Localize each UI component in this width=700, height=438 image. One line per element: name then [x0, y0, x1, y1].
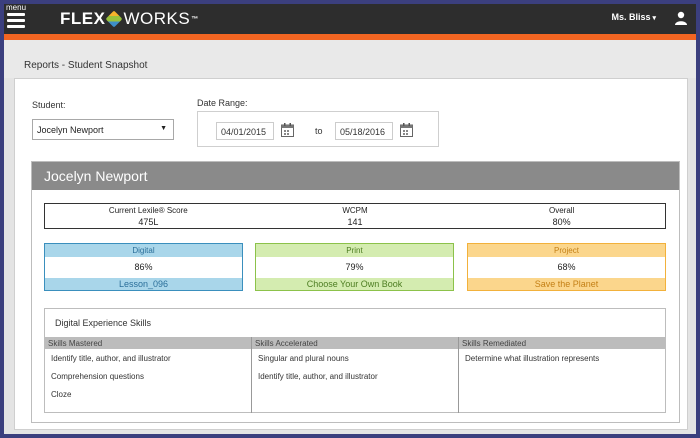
score-summary: Current Lexile® Score 475L WCPM 141 Over…: [44, 203, 666, 229]
dropdown-arrow-icon: ▼: [160, 125, 167, 132]
student-label: Student:: [32, 100, 66, 110]
flexworks-logo[interactable]: FLEX WORKS ™: [60, 9, 199, 29]
digital-metric-box: Digital 86% Lesson_096: [44, 243, 243, 291]
skills-accelerated-column: Skills Accelerated Singular and plural n…: [252, 337, 459, 413]
student-name-heading: Jocelyn Newport: [32, 162, 679, 190]
print-label: Print: [256, 244, 453, 257]
date-to-input[interactable]: 05/18/2016: [335, 122, 393, 140]
score-label: Current Lexile® Score: [108, 206, 188, 215]
score-value: 475L: [138, 217, 159, 227]
list-item: Determine what illustration represents: [465, 354, 600, 363]
logo-works-text: WORKS: [123, 9, 191, 28]
main-panel: Student: Jocelyn Newport ▼ Date Range: 0…: [14, 78, 688, 430]
student-select-value: Jocelyn Newport: [37, 125, 104, 135]
date-range-picker: 04/01/2015 to 05/18/2016: [197, 111, 439, 147]
student-select[interactable]: Jocelyn Newport ▼: [32, 119, 174, 140]
column-header: Skills Accelerated: [252, 337, 458, 349]
score-label: Overall: [549, 206, 575, 215]
print-value: 79%: [345, 262, 364, 272]
date-to-label: to: [315, 126, 323, 136]
list-item: Identify title, author, and illustrator: [258, 372, 378, 381]
list-item: Identify title, author, and illustrator: [51, 354, 171, 363]
skills-mastered-column: Skills Mastered Identify title, author, …: [45, 337, 252, 413]
calendar-icon[interactable]: [281, 123, 294, 137]
score-value: 80%: [552, 217, 571, 227]
hamburger-icon: [7, 13, 25, 31]
digital-lesson-link[interactable]: Lesson_096: [45, 278, 242, 290]
digital-label: Digital: [45, 244, 242, 257]
wcpm-score: WCPM 141: [252, 204, 459, 228]
score-value: 141: [347, 217, 363, 227]
menu-label: menu: [6, 4, 27, 12]
breadcrumb: Reports - Student Snapshot: [24, 60, 148, 71]
page-header: Reports - Student Snapshot: [4, 40, 696, 78]
list-item: Singular and plural nouns: [258, 354, 349, 363]
column-header: Skills Mastered: [45, 337, 251, 349]
calendar-icon[interactable]: [400, 123, 413, 137]
score-label: WCPM: [342, 206, 368, 215]
project-label: Project: [468, 244, 665, 257]
lexile-score: Current Lexile® Score 475L: [45, 204, 252, 228]
caret-down-icon: ▾: [652, 15, 656, 22]
list-item: Comprehension questions: [51, 372, 144, 381]
digital-value: 86%: [134, 262, 153, 272]
user-name: Ms. Bliss: [611, 12, 651, 22]
student-snapshot-card: Jocelyn Newport Current Lexile® Score 47…: [31, 161, 680, 423]
user-icon[interactable]: [674, 11, 688, 25]
user-menu[interactable]: Ms. Bliss ▾: [611, 12, 656, 22]
project-value: 68%: [557, 262, 576, 272]
print-book-link[interactable]: Choose Your Own Book: [256, 278, 453, 290]
print-metric-box: Print 79% Choose Your Own Book: [255, 243, 454, 291]
trademark-symbol: ™: [191, 15, 199, 23]
logo-flex-text: FLEX: [60, 9, 106, 28]
list-item: Cloze: [51, 390, 72, 399]
app-window: menu FLEX WORKS ™ Ms. Bliss ▾ Reports - S…: [4, 4, 696, 434]
overall-score: Overall 80%: [458, 204, 665, 228]
skills-title: Digital Experience Skills: [55, 318, 152, 328]
project-metric-box: Project 68% Save the Planet: [467, 243, 666, 291]
top-nav: menu FLEX WORKS ™ Ms. Bliss ▾: [4, 4, 696, 34]
date-range-label: Date Range:: [197, 98, 248, 108]
skills-remediated-column: Skills Remediated Determine what illustr…: [459, 337, 665, 413]
date-from-input[interactable]: 04/01/2015: [216, 122, 274, 140]
cube-icon: [106, 10, 123, 28]
menu-button[interactable]: menu: [4, 4, 32, 34]
project-link[interactable]: Save the Planet: [468, 278, 665, 290]
column-header: Skills Remediated: [459, 337, 665, 349]
digital-skills-panel: Digital Experience Skills Skills Mastere…: [44, 308, 666, 413]
